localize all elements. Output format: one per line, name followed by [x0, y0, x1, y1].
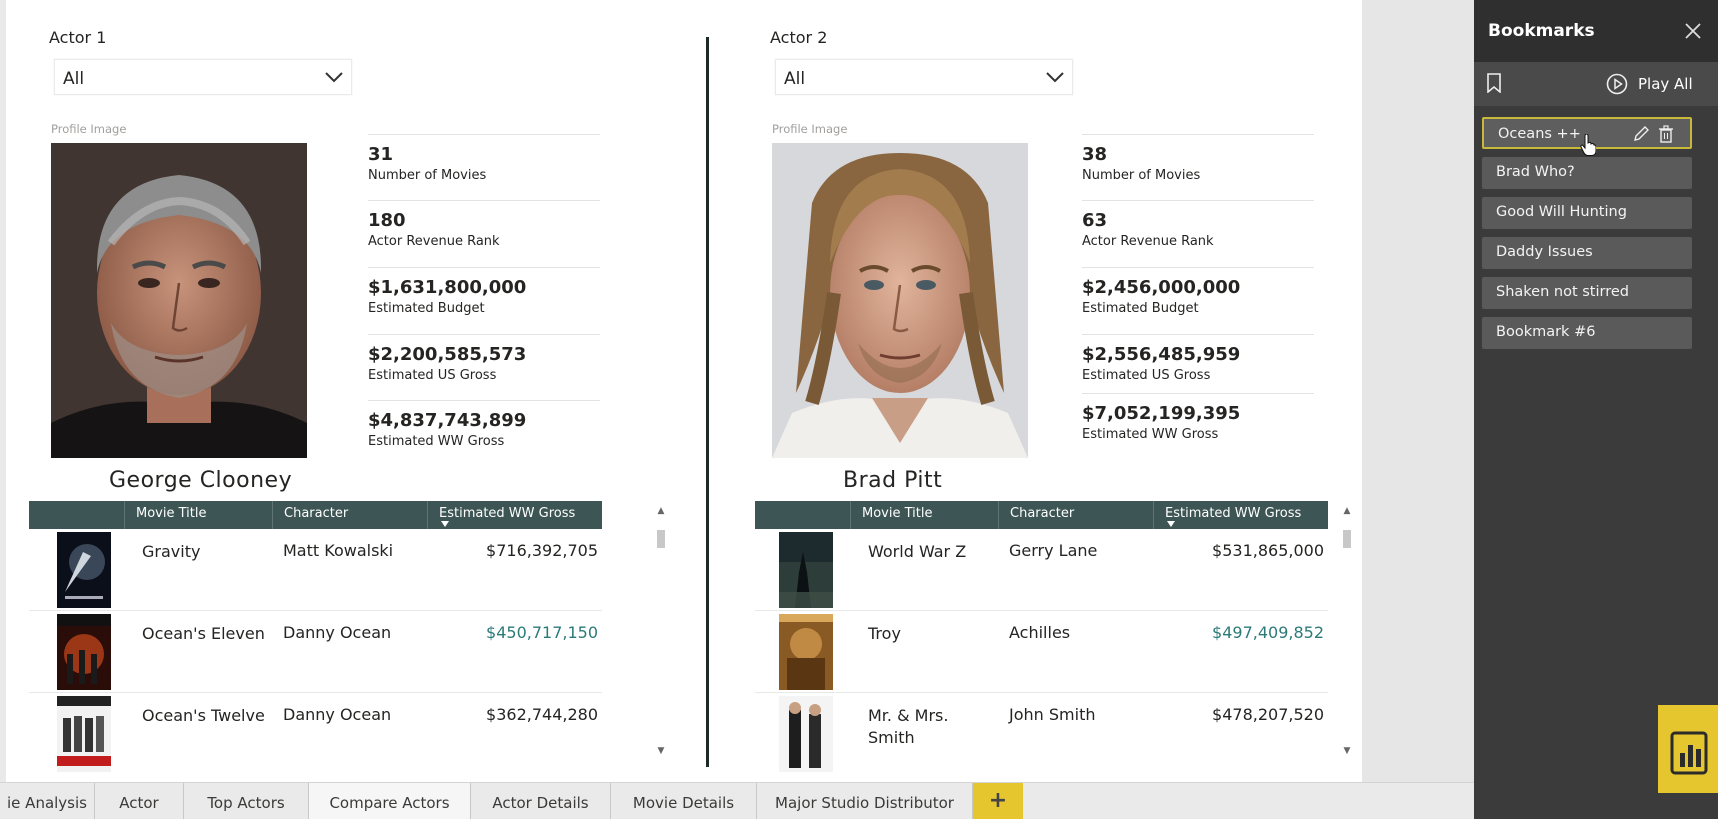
actor2-label: Actor 2	[770, 28, 828, 47]
table-row[interactable]: Gravity Matt Kowalski $716,392,705	[29, 529, 602, 611]
canvas-margin	[1362, 0, 1474, 782]
poster-mr-mrs-smith	[779, 696, 833, 772]
hand-cursor-icon	[1580, 134, 1596, 156]
bookmark-item[interactable]: Daddy Issues	[1482, 237, 1692, 269]
table-row[interactable]: World War Z Gerry Lane $531,865,000	[755, 529, 1328, 611]
add-bookmark-icon[interactable]	[1486, 73, 1502, 93]
chevron-down-icon	[1046, 72, 1064, 83]
tab-analysis[interactable]: ie Analysis	[0, 783, 95, 819]
bookmarks-pane-header: Bookmarks	[1474, 0, 1718, 62]
bookmarks-pane: Bookmarks Play All Oceans ++ Brad Who? G…	[1474, 0, 1718, 819]
report-canvas: Actor 1 All Profile Image George Clooney…	[6, 0, 1362, 782]
header-ww-gross[interactable]: Estimated WW Gross	[1165, 506, 1301, 521]
sort-desc-icon	[441, 521, 449, 527]
actor2-slicer[interactable]: All	[775, 59, 1073, 95]
add-page-button[interactable]: +	[973, 783, 1023, 819]
header-movie-title[interactable]: Movie Title	[136, 506, 206, 521]
bookmarks-pane-title: Bookmarks	[1488, 21, 1595, 41]
play-all-button[interactable]: Play All	[1638, 75, 1693, 93]
page-tabs: ie Analysis Actor Top Actors Compare Act…	[0, 782, 1474, 819]
table-row[interactable]: Ocean's Twelve Danny Ocean $362,744,280	[29, 693, 602, 775]
tab-top-actors[interactable]: Top Actors	[184, 783, 309, 819]
poster-troy	[779, 614, 833, 690]
poster-oceans-twelve	[57, 696, 111, 772]
tab-compare-actors[interactable]: Compare Actors	[309, 783, 471, 819]
header-character[interactable]: Character	[1010, 506, 1074, 521]
actor2-profile-label: Profile Image	[772, 122, 848, 136]
actor2-table-scrollbar[interactable]: ▲ ▼	[1342, 506, 1352, 758]
actor2-movies-table: Movie Title Character Estimated WW Gross…	[755, 501, 1335, 773]
close-icon[interactable]	[1684, 22, 1702, 40]
poster-world-war-z	[779, 532, 833, 608]
table-header: Movie Title Character Estimated WW Gross	[755, 501, 1328, 529]
header-ww-gross[interactable]: Estimated WW Gross	[439, 506, 575, 521]
bookmarks-toolbar: Play All	[1474, 62, 1718, 106]
table-row[interactable]: Ocean's Eleven Danny Ocean $450,717,150	[29, 611, 602, 693]
actor1-slicer-value: All	[63, 69, 85, 89]
powerbi-logo	[1658, 705, 1718, 793]
poster-oceans-eleven	[57, 614, 111, 690]
trash-icon[interactable]	[1658, 125, 1674, 143]
actor1-label: Actor 1	[49, 28, 107, 47]
table-row[interactable]: Troy Achilles $497,409,852	[755, 611, 1328, 693]
poster-gravity	[57, 532, 111, 608]
pencil-icon[interactable]	[1632, 125, 1650, 143]
play-icon[interactable]	[1606, 73, 1628, 95]
actor2-profile-image	[772, 143, 1028, 458]
header-character[interactable]: Character	[284, 506, 348, 521]
powerbi-window: Actor 1 All Profile Image George Clooney…	[0, 0, 1718, 819]
actor1-profile-image	[51, 143, 307, 458]
actor1-name: George Clooney	[109, 468, 293, 493]
bookmark-item[interactable]: Brad Who?	[1482, 157, 1692, 189]
actor1-slicer[interactable]: All	[54, 59, 352, 95]
actor1-movies-table: Movie Title Character Estimated WW Gross…	[29, 501, 609, 773]
actor2-slicer-value: All	[784, 69, 806, 89]
sort-desc-icon	[1167, 521, 1175, 527]
header-movie-title[interactable]: Movie Title	[862, 506, 932, 521]
actor2-name: Brad Pitt	[843, 468, 943, 493]
tab-major-studio-distributor[interactable]: Major Studio Distributor	[757, 783, 973, 819]
table-row[interactable]: Mr. & Mrs. Smith John Smith $478,207,520	[755, 693, 1328, 775]
bookmark-item[interactable]: Good Will Hunting	[1482, 197, 1692, 229]
actor1-table-scrollbar[interactable]: ▲ ▼	[656, 506, 666, 758]
bookmark-item[interactable]: Shaken not stirred	[1482, 277, 1692, 309]
chevron-down-icon	[325, 72, 343, 83]
table-header: Movie Title Character Estimated WW Gross	[29, 501, 602, 529]
bookmark-item[interactable]: Bookmark #6	[1482, 317, 1692, 349]
section-divider	[706, 37, 709, 767]
tab-actor-details[interactable]: Actor Details	[471, 783, 611, 819]
tab-movie-details[interactable]: Movie Details	[611, 783, 757, 819]
tab-actor[interactable]: Actor	[95, 783, 184, 819]
actor1-profile-label: Profile Image	[51, 122, 127, 136]
